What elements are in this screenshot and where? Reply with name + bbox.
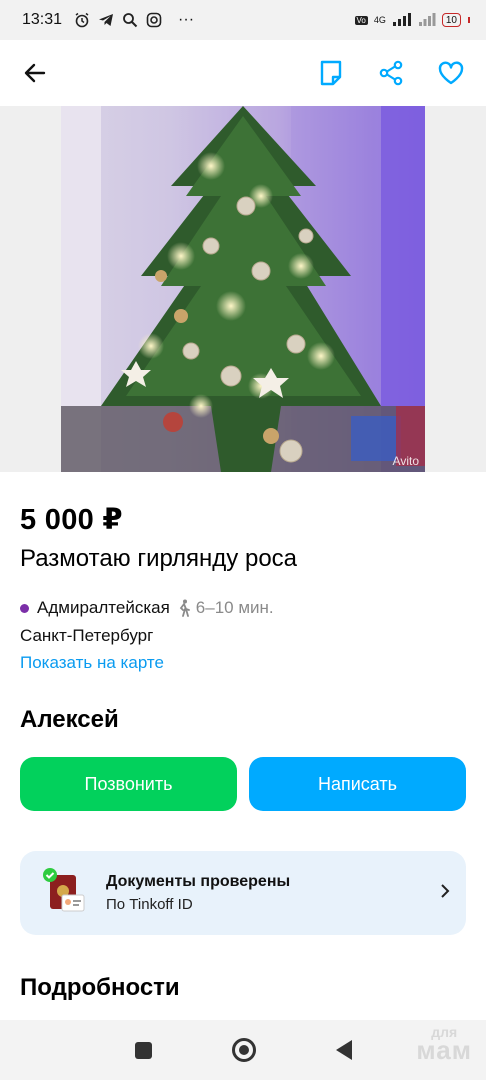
instagram-icon [146, 12, 162, 28]
battery-icon: 10 [441, 13, 461, 27]
avito-watermark: Avito [392, 454, 419, 468]
passport-icon [40, 867, 92, 919]
metro-station: Адмиралтейская [37, 598, 170, 617]
recents-button[interactable] [134, 1041, 152, 1059]
christmas-tree-image [61, 106, 425, 472]
alarm-icon [74, 12, 90, 28]
walk-time: 6–10 мин. [195, 598, 274, 617]
system-nav-bar [0, 1020, 486, 1080]
seller-name[interactable]: Алексей [20, 706, 119, 734]
details-heading: Подробности [20, 974, 180, 1001]
metro-line-dot [20, 603, 29, 613]
show-on-map-link[interactable]: Показать на карте [20, 653, 164, 673]
arrow-left-icon [24, 63, 46, 83]
listing-title: Размотаю гирлянду роса [20, 545, 298, 572]
status-time: 13:31 [22, 11, 63, 28]
status-more-icon: ··· [178, 11, 195, 28]
signal-2-icon [418, 12, 436, 28]
share-button[interactable] [374, 56, 408, 90]
walking-icon [179, 599, 190, 617]
network-label: 4G [373, 15, 386, 25]
metro-row: Адмиралтейская 6–10 мин. [20, 598, 274, 618]
telegram-icon [98, 12, 114, 28]
volte-icon: Vo [354, 15, 368, 25]
heart-icon [438, 61, 464, 85]
listing-price: 5 000 ₽ [20, 504, 123, 536]
system-back-button[interactable] [335, 1040, 352, 1060]
search-icon [122, 12, 138, 28]
home-dot [238, 1045, 249, 1055]
note-icon [320, 60, 342, 86]
battery-tip [468, 17, 470, 23]
signal-icon [392, 12, 412, 28]
documents-verified-card[interactable]: Документы проверены По Tinkoff ID [20, 851, 466, 935]
documents-title: Документы проверены [106, 873, 291, 890]
status-bar: 13:31 ··· Vo 4G 10 [0, 0, 486, 40]
back-button[interactable] [18, 56, 52, 90]
share-icon [379, 60, 403, 86]
message-button[interactable]: Написать [249, 757, 466, 811]
listing-photo[interactable]: Avito [61, 106, 425, 472]
brand-watermark: для мам [416, 1025, 472, 1065]
call-button[interactable]: Позвонить [20, 757, 237, 811]
chevron-right-icon [440, 883, 450, 904]
photo-gallery[interactable]: Avito [0, 106, 486, 472]
notes-button[interactable] [314, 56, 348, 90]
documents-subtitle: По Tinkoff ID [106, 896, 193, 913]
brand-line-2: мам [416, 1034, 472, 1065]
app-bar [0, 40, 486, 106]
city-label: Санкт-Петербург [20, 626, 154, 645]
favorite-button[interactable] [434, 56, 468, 90]
walk-info: 6–10 мин. [176, 598, 274, 618]
battery-level: 10 [445, 14, 457, 26]
home-button[interactable] [231, 1038, 256, 1062]
